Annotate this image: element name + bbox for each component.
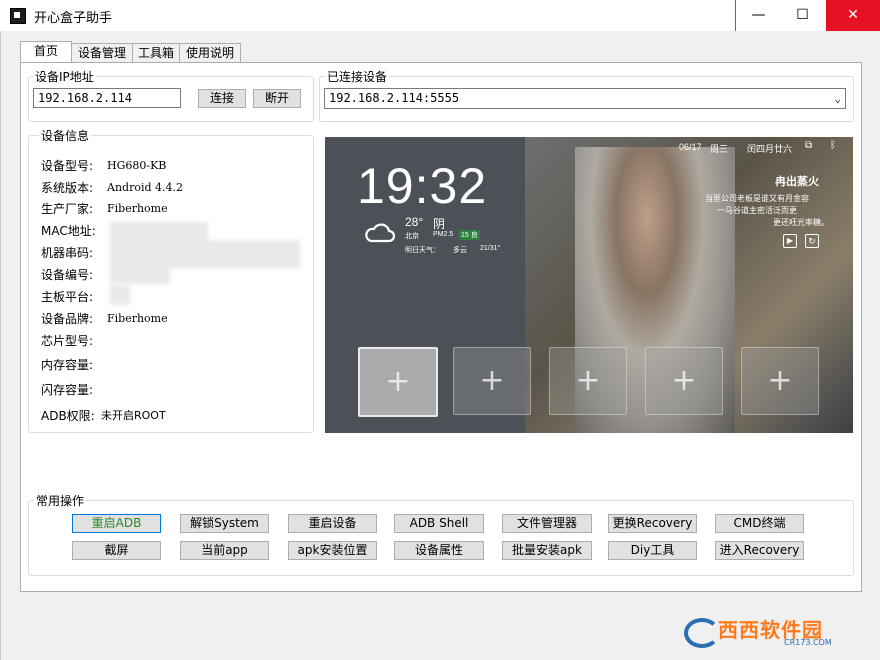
reboot-device-button[interactable]: 重启设备: [288, 514, 377, 533]
info-row-adb: ADB权限: 未开启ROOT: [41, 409, 166, 423]
tab-home[interactable]: 首页: [20, 41, 72, 63]
enter-recovery-button[interactable]: 进入Recovery: [715, 541, 804, 560]
title-bar: 开心盒子助手 — ☐ ✕: [0, 0, 880, 32]
redacted-board: [110, 285, 130, 305]
watermark-sub: CR173.COM: [784, 638, 832, 647]
preview-pm-label: PM2.5: [433, 231, 454, 238]
screenshot-button[interactable]: 截屏: [72, 541, 161, 560]
play-icon: ▶: [783, 234, 797, 248]
operations-title: 常用操作: [34, 492, 87, 509]
preview-promo-line: 当匪公司老板是谁又有月金容: [705, 194, 809, 203]
preview-promo-line: 更还旺光率糖。: [773, 218, 829, 227]
unlock-system-button[interactable]: 解锁System: [180, 514, 269, 533]
screen-preview: 06/17 周三 闰四月廿六 ⧉ ᛒ 19:32 28° 阴 北京 PM2.5 …: [325, 137, 853, 433]
window-title: 开心盒子助手: [34, 11, 113, 26]
device-properties-button[interactable]: 设备属性: [394, 541, 484, 560]
preview-weekday: 周三: [710, 144, 729, 154]
cloud-icon: [365, 223, 395, 243]
preview-bluetooth-icon: ᛒ: [830, 140, 836, 151]
redacted-serial: [110, 240, 300, 268]
file-manager-button[interactable]: 文件管理器: [502, 514, 592, 533]
apk-install-location-button[interactable]: apk安装位置: [288, 541, 377, 560]
connected-device-select[interactable]: 192.168.2.114:5555 ⌄: [324, 88, 846, 109]
operations-group: [28, 500, 854, 576]
info-row-os: 系统版本: Android 4.4.2: [41, 181, 183, 195]
maximize-button[interactable]: ☐: [780, 0, 825, 32]
preview-tomorrow-temp: 21/31°: [480, 245, 501, 252]
redacted-mac: [110, 222, 208, 242]
disconnect-button[interactable]: 断开: [253, 89, 301, 108]
preview-promo-line: 一马谷道主密活泛而更: [717, 206, 797, 215]
watermark-logo: 西西软件园 CR173.COM: [684, 612, 860, 652]
preview-pm-value: 15 良: [459, 230, 480, 240]
info-row-storage: 闪存容量:: [41, 383, 94, 397]
tab-device-management[interactable]: 设备管理: [71, 43, 133, 63]
preview-tile-add: +: [453, 347, 531, 415]
tab-toolbox[interactable]: 工具箱: [132, 43, 180, 63]
info-row-device-id: 设备编号:: [41, 268, 94, 282]
preview-tomorrow-label: 明日天气：: [405, 247, 440, 254]
cmd-terminal-button[interactable]: CMD终端: [715, 514, 804, 533]
restart-adb-button[interactable]: 重启ADB: [72, 514, 161, 533]
preview-tomorrow-weather: 多云: [453, 247, 467, 254]
current-app-button[interactable]: 当前app: [180, 541, 269, 560]
app-icon: [10, 8, 26, 24]
device-info-title: 设备信息: [39, 127, 92, 144]
info-row-manufacturer: 生产厂家: Fiberhome: [41, 202, 168, 216]
batch-install-apk-button[interactable]: 批量安装apk: [502, 541, 592, 560]
minimize-button[interactable]: —: [735, 0, 781, 32]
info-row-serial: 机器串码:: [41, 246, 94, 260]
connect-button[interactable]: 连接: [198, 89, 246, 108]
ip-address-input[interactable]: [33, 88, 181, 108]
preview-promo-title: 冉出蒸火: [775, 176, 819, 188]
connected-device-value: 192.168.2.114:5555: [329, 91, 460, 105]
info-row-mac: MAC地址:: [41, 224, 96, 238]
info-row-chip: 芯片型号:: [41, 334, 94, 348]
change-recovery-button[interactable]: 更换Recovery: [608, 514, 697, 533]
preview-lunar: 闰四月廿六: [747, 144, 793, 154]
preview-weather: 阴: [433, 217, 446, 231]
preview-city: 北京: [405, 233, 419, 240]
preview-link-icon: ⧉: [805, 140, 813, 151]
info-row-board: 主板平台:: [41, 290, 94, 304]
info-row-brand: 设备品牌: Fiberhome: [41, 312, 168, 326]
diy-tools-button[interactable]: Diy工具: [608, 541, 697, 560]
ip-group-title: 设备IP地址: [33, 68, 96, 85]
preview-tile-add: +: [741, 347, 819, 415]
tab-instructions[interactable]: 使用说明: [179, 43, 241, 63]
adb-shell-button[interactable]: ADB Shell: [394, 514, 484, 533]
refresh-icon: ↻: [805, 234, 819, 248]
connected-group-title: 已连接设备: [325, 68, 390, 85]
preview-tile-add: +: [358, 347, 438, 417]
preview-tile-add: +: [645, 347, 723, 415]
info-row-memory: 内存容量:: [41, 358, 94, 372]
preview-date: 06/17: [679, 142, 702, 152]
preview-temperature: 28°: [405, 215, 424, 229]
watermark-c-icon: [684, 618, 720, 648]
preview-tile-add: +: [549, 347, 627, 415]
info-row-model: 设备型号: HG680-KB: [41, 159, 167, 173]
redacted-device-id: [110, 266, 170, 284]
chevron-down-icon: ⌄: [834, 92, 841, 105]
preview-clock: 19:32: [357, 158, 488, 214]
close-button[interactable]: ✕: [826, 0, 880, 31]
